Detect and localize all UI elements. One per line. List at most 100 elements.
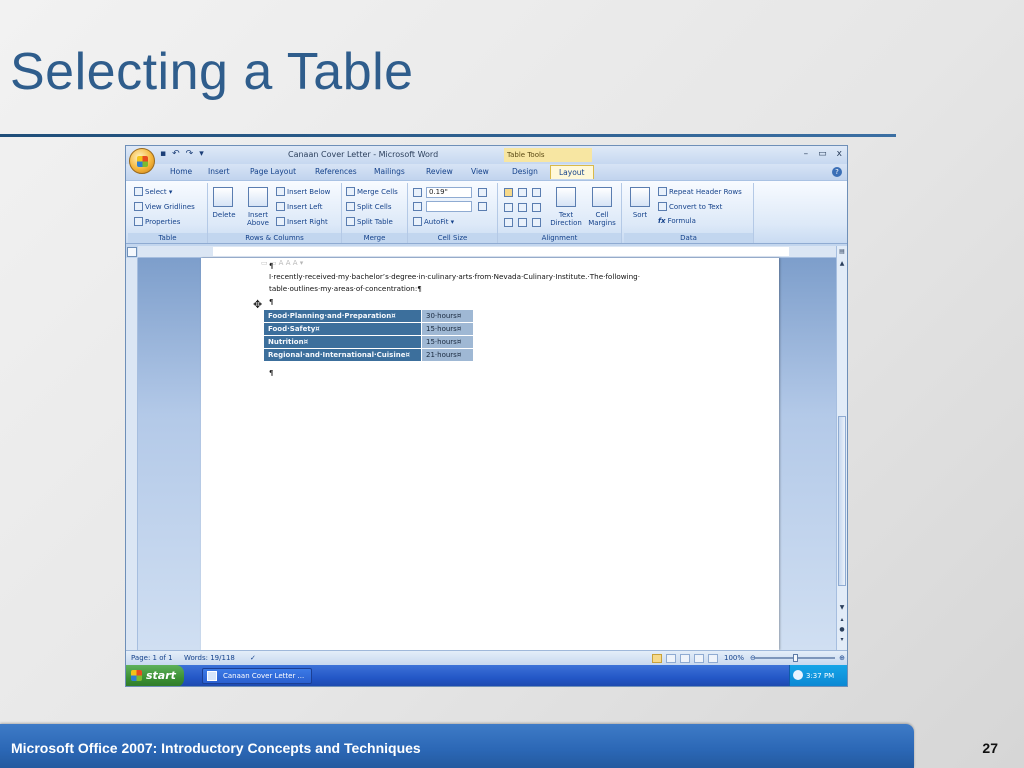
zoom-slider-knob[interactable]: [793, 654, 798, 662]
undo-icon[interactable]: ↶: [172, 149, 180, 159]
align-center-left-icon[interactable]: [504, 203, 513, 212]
group-label-cell-size: Cell Size: [408, 233, 497, 243]
tab-insert[interactable]: Insert: [208, 167, 230, 176]
print-layout-icon[interactable]: [652, 654, 662, 663]
ruler-toggle-icon[interactable]: ▤: [837, 248, 847, 255]
scroll-down-icon[interactable]: ▼: [837, 604, 847, 611]
minimize-button[interactable]: –: [804, 149, 809, 159]
word-screenshot: ▪ ↶ ↷ ▾ Canaan Cover Letter - Microsoft …: [125, 145, 848, 687]
tab-selector[interactable]: [127, 247, 137, 257]
proofing-icon[interactable]: ✓: [250, 654, 256, 662]
insert-below-button[interactable]: Insert Below: [276, 187, 330, 196]
document-page[interactable]: ▭ ▭ A A A ▾ ¶ I·recently·received·my·bac…: [201, 258, 779, 650]
table-cell-hours[interactable]: 15·hours¤: [421, 335, 474, 349]
align-bottom-right-icon[interactable]: [532, 218, 541, 227]
table-row: Regional·and·International·Cuisine¤ 21·h…: [263, 348, 474, 362]
align-center-icon[interactable]: [518, 203, 527, 212]
select-browse-object-icon[interactable]: ●: [837, 626, 847, 633]
align-bottom-center-icon[interactable]: [518, 218, 527, 227]
sort-icon[interactable]: [630, 187, 650, 207]
close-button[interactable]: x: [837, 149, 842, 159]
outline-icon[interactable]: [694, 654, 704, 663]
delete-icon[interactable]: [213, 187, 233, 207]
distribute-rows-icon[interactable]: [478, 188, 487, 197]
slide-title: Selecting a Table: [10, 43, 414, 101]
align-top-left-icon[interactable]: [504, 188, 513, 197]
insert-left-icon: [276, 202, 285, 211]
repeat-header-rows-button[interactable]: Repeat Header Rows: [658, 187, 742, 196]
align-top-center-icon[interactable]: [518, 188, 527, 197]
draft-icon[interactable]: [708, 654, 718, 663]
properties-button[interactable]: Properties: [134, 217, 180, 226]
ribbon: Select ▾ View Gridlines Properties Table…: [126, 180, 847, 244]
column-width-input[interactable]: [426, 201, 472, 212]
table-cell-hours[interactable]: 21·hours¤: [421, 348, 474, 362]
align-bottom-left-icon[interactable]: [504, 218, 513, 227]
insert-left-button[interactable]: Insert Left: [276, 202, 322, 211]
repeat-header-icon: [658, 187, 667, 196]
redo-icon[interactable]: ↷: [186, 149, 194, 159]
tab-mailings[interactable]: Mailings: [374, 167, 405, 176]
split-table-button[interactable]: Split Table: [346, 217, 393, 226]
zoom-level[interactable]: 100%: [724, 654, 744, 662]
distribute-columns-icon[interactable]: [478, 202, 487, 211]
vertical-ruler[interactable]: [126, 258, 138, 650]
scroll-up-icon[interactable]: ▲: [837, 260, 847, 267]
footer-bar: Microsoft Office 2007: Introductory Conc…: [0, 724, 914, 768]
tray-arrow-icon[interactable]: [793, 670, 803, 680]
paragraph-mark: ¶: [269, 261, 274, 270]
tab-layout[interactable]: Layout: [550, 165, 594, 179]
vertical-scrollbar[interactable]: ▤ ▲ ▼ ▴ ● ▾: [836, 246, 847, 650]
start-button[interactable]: start: [126, 665, 184, 686]
properties-icon: [134, 217, 143, 226]
table-cell-area[interactable]: Food·Safety¤: [263, 322, 422, 336]
row-height-input[interactable]: 0.19": [426, 187, 472, 198]
tab-page-layout[interactable]: Page Layout: [250, 167, 296, 176]
insert-above-icon[interactable]: [248, 187, 268, 207]
office-button[interactable]: [129, 148, 155, 174]
cell-margins-icon[interactable]: [592, 187, 612, 207]
tab-references[interactable]: References: [315, 167, 357, 176]
autofit-button[interactable]: AutoFit ▾: [413, 217, 454, 226]
select-button[interactable]: Select ▾: [134, 187, 172, 196]
align-center-right-icon[interactable]: [532, 203, 541, 212]
help-icon[interactable]: ?: [832, 167, 842, 177]
view-gridlines-button[interactable]: View Gridlines: [134, 202, 195, 211]
web-layout-icon[interactable]: [680, 654, 690, 663]
previous-page-icon[interactable]: ▴: [837, 616, 847, 623]
table-cell-hours[interactable]: 30·hours¤: [421, 309, 474, 323]
tab-home[interactable]: Home: [170, 167, 192, 176]
split-cells-button[interactable]: Split Cells: [346, 202, 391, 211]
table-cell-hours[interactable]: 15·hours¤: [421, 322, 474, 336]
align-top-right-icon[interactable]: [532, 188, 541, 197]
word-count[interactable]: Words: 19/118: [184, 654, 235, 662]
merge-cells-button[interactable]: Merge Cells: [346, 187, 398, 196]
horizontal-ruler[interactable]: [138, 246, 838, 258]
taskbar-item-word[interactable]: Canaan Cover Letter ...: [202, 668, 312, 684]
scroll-thumb[interactable]: [838, 416, 846, 586]
zoom-in-icon[interactable]: ⊕: [839, 654, 845, 662]
table-cell-area[interactable]: Food·Planning·and·Preparation¤: [263, 309, 422, 323]
table-cell-area[interactable]: Regional·and·International·Cuisine¤: [263, 348, 422, 362]
tab-view[interactable]: View: [471, 167, 489, 176]
customize-qat-icon[interactable]: ▾: [199, 149, 204, 159]
text-direction-icon[interactable]: [556, 187, 576, 207]
tab-design[interactable]: Design: [512, 167, 538, 176]
table-move-handle-icon[interactable]: ✥: [253, 298, 262, 311]
tab-review[interactable]: Review: [426, 167, 453, 176]
zoom-slider[interactable]: [755, 654, 835, 662]
insert-right-button[interactable]: Insert Right: [276, 217, 328, 226]
restore-button[interactable]: ▭: [818, 149, 827, 159]
body-line-2: table·outlines·my·areas·of·concentration…: [269, 284, 422, 293]
page-count[interactable]: Page: 1 of 1: [131, 654, 173, 662]
full-screen-reading-icon[interactable]: [666, 654, 676, 663]
clock: 3:37 PM: [806, 672, 835, 680]
next-page-icon[interactable]: ▾: [837, 636, 847, 643]
table-cell-area[interactable]: Nutrition¤: [263, 335, 422, 349]
slide-footer: Microsoft Office 2007: Introductory Conc…: [0, 724, 1024, 768]
group-label-merge: Merge: [342, 233, 407, 243]
save-icon[interactable]: ▪: [160, 149, 166, 159]
document-table[interactable]: Food·Planning·and·Preparation¤ 30·hours¤…: [263, 309, 474, 362]
formula-button[interactable]: fx Formula: [658, 217, 696, 225]
convert-to-text-button[interactable]: Convert to Text: [658, 202, 722, 211]
